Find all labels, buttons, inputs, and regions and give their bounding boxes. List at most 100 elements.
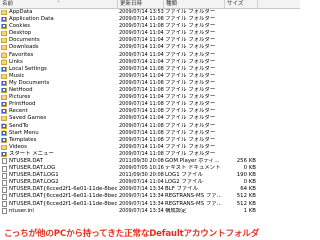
file-row[interactable]: Videos 2009/07/14 11:04 ファイル フォルダー [0, 144, 300, 151]
file-modified-date: 2009/07/14 13:53 [119, 9, 164, 15]
file-type: ファイル フォルダー [165, 9, 216, 15]
file-name: Local Settings [9, 65, 47, 72]
column-header-date[interactable]: 更新日時 [118, 0, 164, 8]
file-size [226, 16, 256, 23]
file-row[interactable]: NTUSER.DAT{6cced2f1-6e01-11de-8bed... 200… [0, 186, 300, 193]
file-type: ファイル フォルダー [165, 150, 216, 157]
column-header-size[interactable]: サイズ [225, 0, 258, 8]
file-size: 1 KB [243, 207, 256, 214]
file-icon [1, 186, 7, 193]
file-name: NTUSER.DAT [9, 157, 43, 164]
folder-icon [1, 9, 7, 15]
file-row[interactable]: Templates 2009/07/14 11:08 ファイル フォルダー [0, 137, 300, 144]
file-size [226, 94, 256, 101]
file-name: Favorites [9, 51, 34, 58]
file-size [226, 115, 256, 122]
file-name: Desktop [9, 30, 32, 37]
file-modified-date: 2009/07/14 11:08 [119, 16, 164, 23]
folder-shortcut-icon [1, 130, 7, 136]
file-row[interactable]: Application Data 2009/07/14 11:08 ファイル フォル… [0, 16, 300, 23]
folder-shortcut-icon [1, 16, 7, 23]
file-list: AppData 2009/07/14 13:53 ファイル フォルダー Applica… [0, 9, 300, 215]
file-size [226, 101, 256, 108]
folder-icon [1, 116, 7, 122]
file-size [226, 30, 256, 37]
column-header-type[interactable]: 種類 [164, 0, 225, 8]
file-icon [1, 201, 7, 208]
file-type: ファイル フォルダー [165, 30, 216, 37]
file-size: 64 KB [240, 186, 256, 193]
file-row[interactable]: Documents 2009/07/14 11:04 ファイル フォルダー [0, 37, 300, 44]
folder-shortcut-icon [1, 102, 7, 108]
file-row[interactable]: AppData 2009/07/14 13:53 ファイル フォルダー [0, 9, 300, 16]
column-header-type-label: 種類 [166, 1, 178, 7]
file-row[interactable]: NTUSER.DAT.LOG1 2011/09/30 20:08 LOG1 ファイル… [0, 172, 300, 179]
file-name: Recent [9, 108, 28, 115]
file-row[interactable]: スタート メニュー 2009/07/14 11:08 ファイル フォルダー [0, 151, 300, 158]
file-size: 512 KB [236, 200, 256, 207]
file-row[interactable]: Favorites 2009/07/14 11:04 ファイル フォルダー [0, 52, 300, 59]
file-type: テキスト ドキュメント [165, 165, 221, 172]
folder-shortcut-icon [1, 87, 7, 94]
file-type: GOM Player ボディ... [165, 157, 220, 164]
file-size [226, 37, 256, 44]
file-size [226, 44, 256, 51]
column-header-name[interactable]: 名前 ^ [0, 0, 118, 8]
file-modified-date: 2009/07/14 11:04 [119, 44, 164, 51]
file-modified-date: 2009/07/14 11:04 [119, 58, 164, 65]
file-type: ファイル フォルダー [165, 136, 216, 143]
file-row[interactable]: NTUSER.DAT.LOG2 2009/07/14 11:04 LOG2 ファイル… [0, 179, 300, 186]
file-row[interactable]: Music 2009/07/14 11:04 ファイル フォルダー [0, 73, 300, 80]
file-name: AppData [9, 9, 33, 15]
file-row[interactable]: NTUSER.DAT.LOG 2009/07/05 10:16 テキスト ドキュメン… [0, 165, 300, 172]
file-size [226, 73, 256, 80]
file-icon [1, 165, 7, 172]
file-row[interactable]: ntuser.ini 2009/07/14 13:34 構成設定 1 KB [0, 208, 300, 215]
file-row[interactable]: Downloads 2009/07/14 11:04 ファイル フォルダー [0, 44, 300, 51]
file-row[interactable]: Saved Games 2009/07/14 11:04 ファイル フォルダー [0, 115, 300, 122]
file-type: LOG2 ファイル [165, 179, 203, 186]
file-modified-date: 2009/07/14 11:04 [119, 115, 164, 122]
sort-ascending-icon: ^ [56, 0, 61, 5]
file-name: NTUSER.DAT{6cced2f1-6e01-11de-8bed... [9, 200, 117, 207]
folder-icon [1, 31, 7, 37]
file-row[interactable]: Pictures 2009/07/14 11:04 ファイル フォルダー [0, 94, 300, 101]
file-type: ファイル フォルダー [165, 51, 216, 58]
file-row[interactable]: Recent 2009/07/14 11:08 ファイル フォルダー [0, 108, 300, 115]
file-size [226, 130, 256, 137]
file-row[interactable]: NTUSER.DAT 2011/09/30 20:08 GOM Player ボディ… [0, 158, 300, 165]
file-type: ファイル フォルダー [165, 44, 216, 51]
file-modified-date: 2009/07/14 11:04 [119, 179, 164, 186]
file-type: ファイル フォルダー [165, 87, 216, 94]
file-modified-date: 2009/07/14 11:08 [119, 87, 164, 94]
file-name: NetHood [9, 87, 33, 94]
file-row[interactable]: My Documents 2009/07/14 11:08 ファイル フォルダー [0, 80, 300, 87]
file-modified-date: 2009/07/14 11:04 [119, 37, 164, 44]
file-row[interactable]: Local Settings 2009/07/14 11:08 ファイル フォルダー [0, 66, 300, 73]
file-modified-date: 2009/07/14 13:34 [119, 200, 164, 207]
file-row[interactable]: NetHood 2009/07/14 11:08 ファイル フォルダー [0, 87, 300, 94]
file-modified-date: 2009/07/14 11:08 [119, 23, 164, 30]
folder-shortcut-icon [1, 123, 7, 129]
file-row[interactable]: NTUSER.DAT{6cced2f1-6e01-11de-8bed... 200… [0, 193, 300, 200]
file-row[interactable]: NTUSER.DAT{6cced2f1-6e01-11de-8bed... 200… [0, 201, 300, 208]
file-type: 構成設定 [165, 207, 187, 214]
file-type: ファイル フォルダー [165, 79, 216, 86]
folder-shortcut-icon [1, 109, 7, 115]
folder-shortcut-icon [1, 80, 7, 86]
file-type: ファイル フォルダー [165, 72, 216, 79]
file-name: NTUSER.DAT{6cced2f1-6e01-11de-8bed... [9, 186, 117, 193]
file-row[interactable]: Cookies 2009/07/14 11:08 ファイル フォルダー [0, 23, 300, 30]
file-name: Start Menu [9, 129, 39, 136]
folder-icon [1, 38, 7, 44]
file-name: Saved Games [9, 115, 47, 122]
file-row[interactable]: SendTo 2009/07/14 11:08 ファイル フォルダー [0, 123, 300, 130]
file-row[interactable]: Desktop 2009/07/14 11:04 ファイル フォルダー [0, 30, 300, 37]
folder-shortcut-icon [1, 137, 7, 143]
file-name: SendTo [9, 122, 29, 129]
file-row[interactable]: Start Menu 2009/07/14 11:08 ファイル フォルダー [0, 130, 300, 137]
file-row[interactable]: Links 2009/07/14 11:04 ファイル フォルダー [0, 59, 300, 66]
file-size [226, 52, 256, 59]
file-row[interactable]: PrintHood 2009/07/14 11:08 ファイル フォルダー [0, 101, 300, 108]
file-name: NTUSER.DAT{6cced2f1-6e01-11de-8bed... [9, 193, 117, 200]
